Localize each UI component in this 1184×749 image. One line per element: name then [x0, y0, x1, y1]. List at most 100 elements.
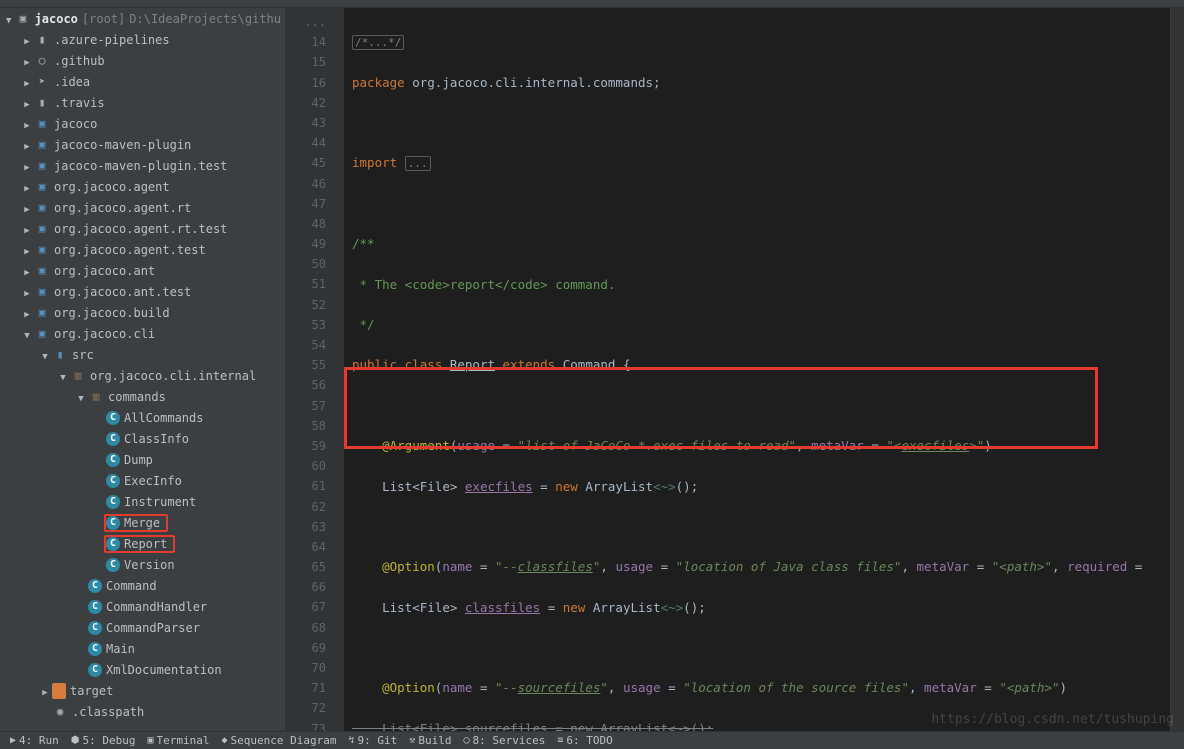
chevron-right-icon[interactable] — [20, 75, 34, 89]
module-icon: ▣ — [34, 179, 50, 195]
chevron-right-icon[interactable] — [20, 222, 34, 236]
file-icon: ◉ — [52, 704, 68, 720]
status-debug[interactable]: ⬢5: Debug — [65, 732, 142, 749]
minimap[interactable] — [1170, 8, 1184, 731]
root-path: D:\IdeaProjects\githu — [129, 12, 281, 26]
line-number: 66 — [286, 577, 326, 597]
tree-root[interactable]: ▣ jacoco [root] D:\IdeaProjects\githu — [0, 8, 285, 29]
class-icon: C — [106, 474, 120, 488]
module-icon: ▣ — [34, 263, 50, 279]
tree-item-commandhandler[interactable]: CCommandHandler — [0, 596, 285, 617]
tree-item-allcommands[interactable]: CAllCommands — [0, 407, 285, 428]
tree-item-target[interactable]: target — [0, 680, 285, 701]
class-icon: C — [88, 600, 102, 614]
chevron-down-icon[interactable] — [38, 348, 52, 362]
line-number: 44 — [286, 133, 326, 153]
folder-icon: ▮ — [34, 95, 50, 111]
chevron-right-icon[interactable] — [20, 264, 34, 278]
module-icon: ▣ — [34, 305, 50, 321]
tree-item--travis[interactable]: ▮.travis — [0, 92, 285, 113]
tree-item-org-jacoco-agent-rt[interactable]: ▣org.jacoco.agent.rt — [0, 197, 285, 218]
chevron-down-icon[interactable] — [2, 12, 15, 26]
chevron-right-icon[interactable] — [20, 201, 34, 215]
chevron-right-icon[interactable] — [20, 243, 34, 257]
tree-label: org.jacoco.agent.test — [54, 243, 206, 257]
tree-item-jacoco-maven-plugin-test[interactable]: ▣jacoco-maven-plugin.test — [0, 155, 285, 176]
line-number: 65 — [286, 557, 326, 577]
code-editor[interactable]: ...1415164243444546474849505152535455565… — [286, 8, 1184, 731]
chevron-right-icon[interactable] — [20, 117, 34, 131]
module-icon: ▣ — [34, 284, 50, 300]
gutter: ...1415164243444546474849505152535455565… — [286, 8, 344, 731]
tree-item-org-jacoco-build[interactable]: ▣org.jacoco.build — [0, 302, 285, 323]
chevron-down-icon[interactable] — [74, 390, 88, 404]
tree-label: Report — [124, 537, 167, 551]
tree-item-org-jacoco-agent[interactable]: ▣ org.jacoco.agent — [0, 176, 285, 197]
tree-item-instrument[interactable]: CInstrument — [0, 491, 285, 512]
tree-label: org.jacoco.agent.rt — [54, 201, 191, 215]
chevron-right-icon[interactable] — [20, 54, 34, 68]
tree-item-execinfo[interactable]: CExecInfo — [0, 470, 285, 491]
line-number: 70 — [286, 658, 326, 678]
chevron-right-icon[interactable] — [20, 180, 34, 194]
tree-item-command[interactable]: CCommand — [0, 575, 285, 596]
status-build[interactable]: ⚒Build — [403, 732, 457, 749]
tree-label: org.jacoco.agent — [54, 180, 170, 194]
tree-item-org-jacoco-ant[interactable]: ▣org.jacoco.ant — [0, 260, 285, 281]
tree-item-org-jacoco-agent-rt-test[interactable]: ▣org.jacoco.agent.rt.test — [0, 218, 285, 239]
chevron-right-icon[interactable] — [20, 138, 34, 152]
code-content[interactable]: /*...*/ package org.jacoco.cli.internal.… — [344, 8, 1170, 731]
line-number: 57 — [286, 396, 326, 416]
tree-item-report[interactable]: C Report — [0, 533, 285, 554]
status-services[interactable]: ◯8: Services — [457, 732, 551, 749]
tree-label: Command — [106, 579, 157, 593]
chevron-right-icon[interactable] — [38, 684, 52, 698]
tree-item-version[interactable]: CVersion — [0, 554, 285, 575]
tree-item-commands[interactable]: ▥commands — [0, 386, 285, 407]
status-terminal[interactable]: ▣Terminal — [142, 732, 216, 749]
tree-item-org-jacoco-ant-test[interactable]: ▣org.jacoco.ant.test — [0, 281, 285, 302]
tree-item--classpath[interactable]: ◉.classpath — [0, 701, 285, 722]
status-git[interactable]: ↯9: Git — [343, 732, 404, 749]
line-number: 56 — [286, 375, 326, 395]
line-number: 64 — [286, 537, 326, 557]
root-tag: [root] — [82, 12, 125, 26]
tree-label: src — [72, 348, 94, 362]
folder-icon: ▮ — [34, 32, 50, 48]
chevron-right-icon[interactable] — [20, 306, 34, 320]
tree-label: target — [70, 684, 113, 698]
tree-item-dump[interactable]: CDump — [0, 449, 285, 470]
tree-item-commandparser[interactable]: CCommandParser — [0, 617, 285, 638]
line-number: 69 — [286, 638, 326, 658]
chevron-down-icon[interactable] — [20, 327, 34, 341]
line-number: 15 — [286, 52, 326, 72]
tree-item--idea[interactable]: ➤.idea — [0, 71, 285, 92]
tree-item-jacoco[interactable]: ▣jacoco — [0, 113, 285, 134]
class-icon: C — [106, 411, 120, 425]
module-icon: ▣ — [34, 137, 50, 153]
status-run[interactable]: ▶4: Run — [4, 732, 65, 749]
tree-item--github[interactable]: ◯.github — [0, 50, 285, 71]
tree-item-src[interactable]: ▮src — [0, 344, 285, 365]
tree-item-jacoco-maven-plugin[interactable]: ▣jacoco-maven-plugin — [0, 134, 285, 155]
tree-item-main[interactable]: CMain — [0, 638, 285, 659]
project-tree[interactable]: ▣ jacoco [root] D:\IdeaProjects\githu ▮.… — [0, 8, 286, 731]
chevron-right-icon[interactable] — [20, 96, 34, 110]
tree-item-merge[interactable]: CMerge — [0, 512, 285, 533]
line-number: 68 — [286, 618, 326, 638]
chevron-right-icon[interactable] — [20, 285, 34, 299]
chevron-down-icon[interactable] — [56, 369, 70, 383]
tree-item-xmldocumentation[interactable]: CXmlDocumentation — [0, 659, 285, 680]
tree-item-org-jacoco-agent-test[interactable]: ▣org.jacoco.agent.test — [0, 239, 285, 260]
status-sequence[interactable]: ◆Sequence Diagram — [216, 732, 343, 749]
tree-item-classinfo[interactable]: CClassInfo — [0, 428, 285, 449]
tree-item-org-jacoco-cli[interactable]: ▣org.jacoco.cli — [0, 323, 285, 344]
class-icon: C — [106, 537, 120, 551]
tree-label: XmlDocumentation — [106, 663, 222, 677]
line-number: 67 — [286, 597, 326, 617]
tree-item-org-jacoco-cli-internal[interactable]: ▥org.jacoco.cli.internal — [0, 365, 285, 386]
tree-item--azure-pipelines[interactable]: ▮.azure-pipelines — [0, 29, 285, 50]
chevron-right-icon[interactable] — [20, 33, 34, 47]
chevron-right-icon[interactable] — [20, 159, 34, 173]
status-todo[interactable]: ≡6: TODO — [551, 732, 618, 749]
